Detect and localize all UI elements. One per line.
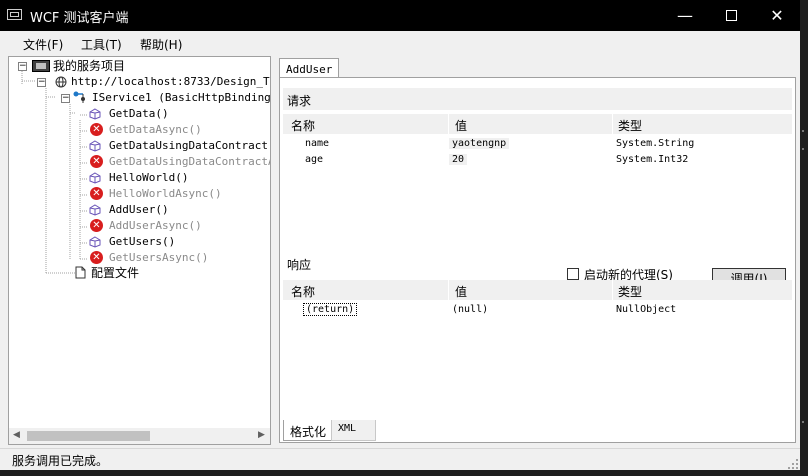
operation-panel: AddUser 请求 名称 值 类型 name yaotengnp System…	[277, 56, 800, 445]
operation-icon	[89, 236, 101, 248]
status-bar: 服务调用已完成。	[0, 448, 800, 470]
error-icon: ✕	[90, 219, 103, 232]
operation-getusers[interactable]: GetUsers()	[109, 235, 175, 249]
tree-horizontal-scrollbar[interactable]: ◀ ▶	[8, 428, 271, 445]
minimize-button[interactable]: —	[662, 0, 708, 31]
scrollbar-thumb[interactable]	[27, 431, 150, 441]
scroll-right-icon[interactable]: ▶	[258, 430, 265, 440]
column-name-header[interactable]: 名称	[291, 283, 315, 300]
param-value-input[interactable]: 20	[449, 154, 468, 165]
operation-getdatausingdatacontract[interactable]: GetDataUsingDataContract()	[109, 139, 270, 153]
view-tabs: 格式化 XML	[283, 420, 792, 441]
scroll-left-icon[interactable]: ◀	[13, 430, 20, 440]
globe-icon	[55, 76, 67, 88]
operation-getdataasync[interactable]: GetDataAsync()	[109, 123, 202, 137]
tab-adduser[interactable]: AddUser	[279, 58, 340, 78]
error-icon: ✕	[90, 251, 103, 264]
request-grid-header: 名称 值 类型	[283, 114, 792, 134]
error-icon: ✕	[90, 123, 103, 136]
background-mark	[802, 421, 804, 423]
request-label: 请求	[287, 94, 312, 108]
title-bar[interactable]: WCF 测试客户端 — ✕	[0, 0, 800, 31]
tree-interface-label[interactable]: IService1 (BasicHttpBinding_IS	[92, 91, 270, 105]
root-collapse-icon[interactable]: −	[18, 62, 27, 71]
response-value-cell: (null)	[452, 304, 489, 315]
tree-config-label[interactable]: 配置文件	[91, 266, 139, 280]
column-value-header[interactable]: 值	[455, 117, 467, 134]
param-type-cell: System.String	[616, 138, 695, 149]
operation-icon	[89, 140, 101, 152]
operation-getdatausingdatacontractasync[interactable]: GetDataUsingDataContractAsy	[109, 155, 270, 169]
menu-help[interactable]: 帮助(H)	[140, 36, 182, 53]
main-window: WCF 测试客户端 — ✕ 文件(F) 工具(T) 帮助(H) − 我的服务项目…	[0, 0, 800, 470]
operation-helloworldasync[interactable]: HelloWorldAsync()	[109, 187, 222, 201]
param-value-input[interactable]: yaotengnp	[449, 138, 510, 149]
request-section-header: 请求	[283, 88, 792, 110]
close-button[interactable]: ✕	[754, 0, 800, 31]
column-value-header[interactable]: 值	[455, 283, 467, 300]
interface-icon	[73, 91, 85, 103]
menu-file[interactable]: 文件(F)	[23, 36, 63, 53]
background-mark	[802, 130, 804, 132]
operation-getdata[interactable]: GetData()	[109, 107, 169, 121]
service-tree[interactable]: − 我的服务项目 − http://localhost:8733/Design_…	[8, 56, 271, 445]
interface-collapse-icon[interactable]: −	[61, 94, 70, 103]
response-label: 响应	[287, 258, 312, 272]
operation-icon	[89, 172, 101, 184]
response-grid[interactable]: 名称 值 类型 (return) (null) NullObject	[283, 280, 792, 420]
tree-endpoint-label[interactable]: http://localhost:8733/Design_Time	[71, 75, 270, 89]
response-section-header: 响应	[283, 252, 423, 274]
status-text: 服务调用已完成。	[12, 454, 109, 468]
window-title: WCF 测试客户端	[30, 11, 129, 26]
menu-bar: 文件(F) 工具(T) 帮助(H)	[0, 31, 800, 56]
response-name-cell[interactable]: (return)	[303, 303, 358, 316]
error-icon: ✕	[90, 155, 103, 168]
param-name-cell: age	[305, 154, 324, 165]
new-proxy-checkbox[interactable]	[567, 268, 579, 280]
tree-root-label[interactable]: 我的服务项目	[53, 59, 125, 73]
column-type-header[interactable]: 类型	[618, 117, 642, 134]
param-type-cell: System.Int32	[616, 154, 689, 165]
file-icon	[75, 266, 86, 279]
request-grid[interactable]: 名称 值 类型 name yaotengnp System.String age…	[283, 114, 792, 234]
param-name-cell: name	[305, 138, 330, 149]
operation-adduser[interactable]: AddUser()	[109, 203, 169, 217]
operation-adduserasync[interactable]: AddUserAsync()	[109, 219, 202, 233]
app-icon	[7, 9, 22, 20]
column-name-header[interactable]: 名称	[291, 117, 315, 134]
tab-formatted[interactable]: 格式化	[283, 420, 334, 441]
param-value-cell[interactable]: yaotengnp	[449, 138, 510, 149]
endpoint-collapse-icon[interactable]: −	[37, 78, 46, 87]
menu-tools[interactable]: 工具(T)	[81, 36, 122, 53]
response-grid-header: 名称 值 类型	[283, 280, 792, 300]
project-root-icon	[32, 60, 50, 72]
response-type-cell: NullObject	[616, 304, 677, 315]
resize-grip-icon[interactable]	[788, 459, 798, 469]
tab-xml[interactable]: XML	[331, 420, 376, 441]
tab-content: 请求 名称 值 类型 name yaotengnp System.String …	[279, 77, 796, 443]
maximize-icon	[725, 9, 737, 21]
param-value-cell[interactable]: 20	[449, 154, 468, 165]
column-type-header[interactable]: 类型	[618, 283, 642, 300]
operation-helloworld[interactable]: HelloWorld()	[109, 171, 188, 185]
maximize-button[interactable]	[708, 0, 754, 31]
operation-getusersasync[interactable]: GetUsersAsync()	[109, 251, 208, 265]
background-mark	[802, 148, 804, 150]
error-icon: ✕	[90, 187, 103, 200]
operation-icon	[89, 108, 101, 120]
operation-icon	[89, 204, 101, 216]
